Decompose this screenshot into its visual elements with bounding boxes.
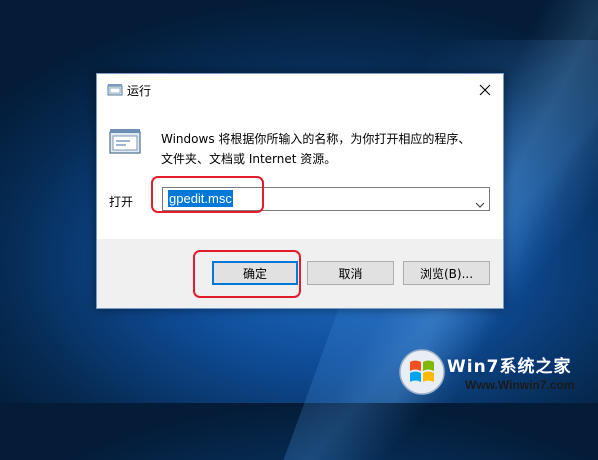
watermark-url: Www.Winwin7.com: [465, 378, 575, 392]
description-line-2: 文件夹、文档或 Internet 资源。: [161, 152, 337, 166]
ok-highlight-annotation: [193, 250, 301, 298]
title-bar[interactable]: 运行: [97, 74, 503, 105]
windows-logo-icon: [398, 348, 446, 400]
description-line-1: Windows 将根据你所输入的名称，为你打开相应的程序、: [161, 132, 471, 146]
chevron-down-icon[interactable]: [475, 194, 485, 213]
browse-button[interactable]: 浏览(B)...: [403, 261, 490, 285]
run-large-icon: [109, 127, 141, 161]
watermark-brand: Win7系统之家: [447, 357, 572, 377]
close-button[interactable]: [467, 74, 503, 105]
dialog-body: Windows 将根据你所输入的名称，为你打开相应的程序、 文件夹、文档或 In…: [97, 105, 503, 239]
cancel-button[interactable]: 取消: [307, 261, 394, 285]
close-icon: [479, 84, 491, 95]
run-icon: [107, 82, 123, 101]
open-label: 打开: [109, 195, 134, 209]
dialog-description: Windows 将根据你所输入的名称，为你打开相应的程序、 文件夹、文档或 In…: [161, 129, 470, 169]
dialog-title: 运行: [127, 84, 152, 98]
input-highlight-annotation: [151, 176, 264, 213]
